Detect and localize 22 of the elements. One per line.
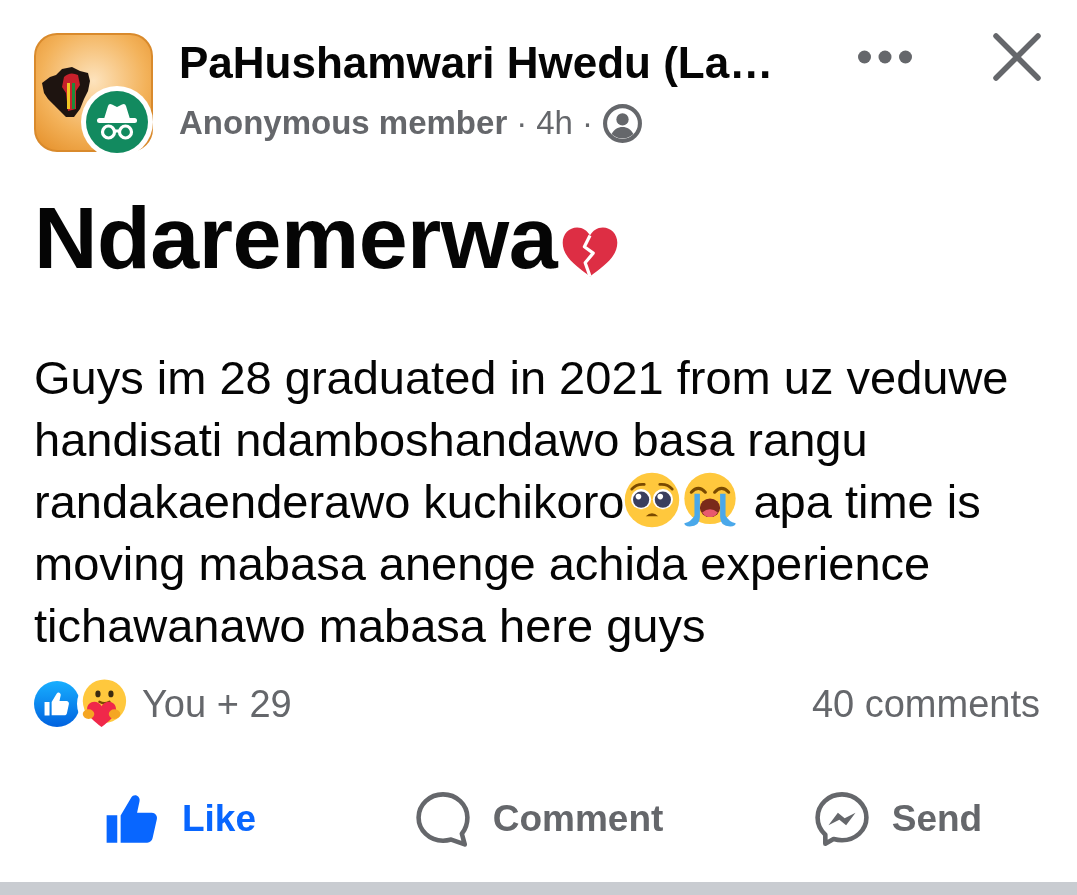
heart-hug-face-icon[interactable]	[77, 678, 129, 730]
send-button[interactable]: Send	[812, 790, 983, 848]
author-name: Anonymous member	[179, 103, 508, 143]
broken-heart-icon	[561, 225, 620, 278]
crying-face-icon	[682, 472, 739, 528]
group-name-link[interactable]: PaHushamwari Hwedu (La…	[179, 37, 774, 89]
meta-separator: ·	[581, 103, 593, 143]
reaction-summary[interactable]: You + 29	[142, 682, 292, 726]
pleading-face-icon	[624, 472, 681, 528]
speech-bubble-icon	[413, 790, 472, 848]
comment-count[interactable]: 40 comments	[811, 682, 1040, 726]
like-button[interactable]: Like	[102, 790, 256, 848]
person-circle-icon[interactable]	[601, 102, 643, 144]
meta-separator: ·	[516, 103, 528, 143]
thumbs-up-reaction-icon[interactable]	[34, 681, 80, 727]
more-icon[interactable]	[858, 50, 912, 64]
close-icon[interactable]	[993, 33, 1041, 81]
post-time[interactable]: 4h	[536, 101, 573, 145]
post-title: Ndaremerwa	[34, 188, 558, 288]
comment-button[interactable]: Comment	[413, 790, 664, 848]
post-body-text: Guys im 28 graduated in 2021 from uz veduwe handisati ndamboshandawo basa rangu randakaenderawo kuchikoro apa time is moving mabasa anenge achida experience tichawanawo mabasa here guys	[34, 350, 1010, 654]
bolt-bubble-icon	[812, 790, 871, 848]
